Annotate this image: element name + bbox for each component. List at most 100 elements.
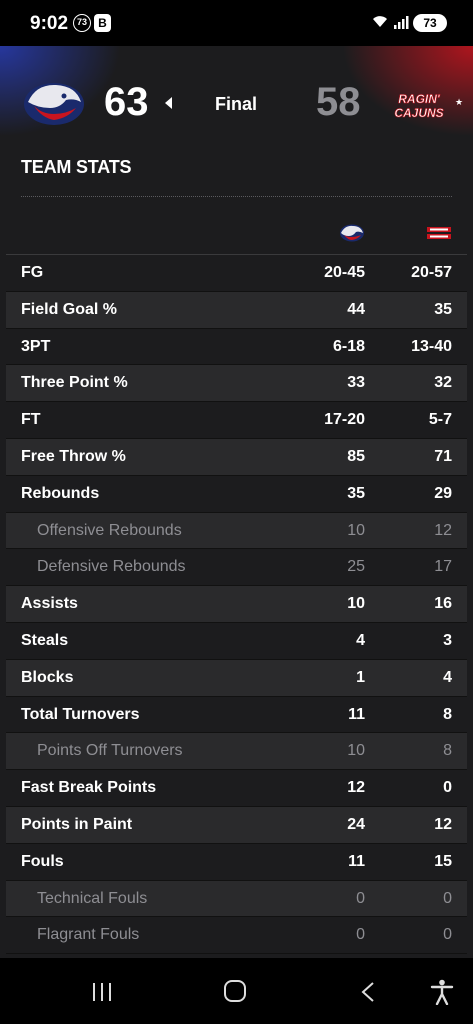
home-column-logo-icon (340, 224, 364, 242)
home-icon[interactable] (224, 980, 246, 1002)
accessibility-icon[interactable] (430, 979, 454, 1005)
away-stat-value: 0 (443, 889, 452, 907)
stat-row: Technical Fouls 0 0 (6, 880, 467, 918)
stat-label: Flagrant Fouls (37, 926, 140, 944)
stat-label: Defensive Rebounds (37, 558, 186, 576)
notification-badge-icon: 73 (73, 14, 91, 32)
home-stat-value: 35 (347, 484, 365, 502)
away-column-logo-icon (427, 227, 451, 239)
home-stat-value: 10 (347, 521, 365, 539)
navigation-bar (0, 958, 473, 1024)
home-stat-value: 11 (348, 852, 365, 870)
stat-row: Fouls 11 15 (6, 843, 467, 881)
section-title: TEAM STATS (21, 157, 132, 177)
away-stat-value: 0 (443, 779, 452, 797)
stat-label: Fouls (21, 852, 64, 870)
stat-row: Steals 4 3 (6, 622, 467, 660)
stat-label: Fast Break Points (21, 779, 157, 797)
home-stat-value: 25 (347, 558, 365, 576)
stat-label: FG (21, 264, 44, 281)
home-stat-value: 24 (347, 815, 365, 833)
stat-label: Three Point % (21, 374, 128, 392)
home-stat-value: 6-18 (332, 337, 365, 355)
away-stat-value: 32 (434, 374, 452, 392)
stat-label: Blocks (21, 668, 74, 686)
away-stat-value: 13-40 (411, 337, 452, 355)
home-stat-value: 1 (356, 668, 365, 686)
home-score: 63 (104, 80, 149, 124)
stat-label: Total Turnovers (21, 705, 140, 723)
home-stat-value: 4 (356, 631, 365, 649)
stat-row: Free Throw % 85 71 (6, 438, 467, 476)
team-stats-panel: TEAM STATS FG 20-45 20-57 Field Goal % 44 35 3… (0, 152, 473, 958)
away-stat-value: 12 (434, 815, 452, 833)
away-stat-value: 8 (443, 705, 452, 723)
home-stat-value: 20-45 (324, 264, 365, 281)
divider (21, 196, 452, 197)
stats-table: FG 20-45 20-57 Field Goal % 44 35 3PT 6-18 13-40… (6, 255, 467, 955)
away-stat-value: 4 (443, 668, 452, 686)
stat-row: Points in Paint 24 12 (6, 806, 467, 844)
stat-label: Technical Fouls (37, 889, 148, 907)
away-score: 58 (316, 80, 361, 124)
stat-row: FT 17-20 5-7 (6, 402, 467, 439)
stat-row: Points Off Turnovers 10 8 (6, 733, 467, 771)
home-stat-value: 44 (347, 300, 365, 318)
home-stat-value: 12 (347, 779, 365, 797)
stat-row: FG 20-45 20-57 (6, 255, 467, 292)
battery-icon: 73 (413, 14, 447, 32)
game-status: Final (215, 94, 258, 114)
wifi-icon (373, 16, 387, 27)
away-stat-value: 71 (434, 447, 452, 465)
home-stat-value: 33 (347, 374, 365, 392)
stat-label: Offensive Rebounds (37, 521, 182, 539)
stat-label: Free Throw % (21, 447, 126, 465)
stat-row: Assists 10 16 (6, 586, 467, 623)
away-stat-value: 17 (434, 558, 452, 576)
ragin-cajuns-logo-icon[interactable]: RAGIN' CAJUNS (389, 90, 449, 120)
jaguar-logo-icon[interactable] (22, 78, 86, 128)
stat-row: Rebounds 35 29 (6, 475, 467, 513)
away-stat-value: 29 (434, 484, 452, 502)
home-stat-value: 0 (356, 889, 365, 907)
stat-row: Total Turnovers 11 8 (6, 696, 467, 734)
away-stat-value: 3 (443, 631, 452, 649)
stat-row: Field Goal % 44 35 (6, 291, 467, 329)
stat-label: Rebounds (21, 484, 100, 502)
score-header: 63 Final 58 RAGIN' CAJUNS ★ (0, 46, 473, 152)
stat-row: Three Point % 33 32 (6, 365, 467, 403)
recents-icon[interactable] (91, 982, 113, 1002)
home-stat-value: 17-20 (324, 411, 365, 429)
away-stat-value: 0 (443, 926, 452, 944)
rank-star-icon: ★ (455, 97, 464, 107)
away-stat-value: 12 (434, 521, 452, 539)
back-icon[interactable] (360, 981, 376, 1003)
home-stat-value: 0 (356, 926, 365, 944)
stat-row: Flagrant Fouls 0 0 (6, 917, 467, 955)
away-stat-value: 35 (434, 300, 452, 318)
signal-icon (394, 16, 409, 29)
status-bar: 9:02 73 B 73 (0, 0, 473, 46)
stat-label: Points Off Turnovers (37, 742, 183, 760)
stat-label: Field Goal % (21, 300, 118, 318)
away-stat-value: 8 (443, 742, 452, 760)
b-app-icon: B (94, 14, 111, 32)
status-time: 9:02 (30, 13, 69, 34)
home-stat-value: 10 (347, 595, 365, 613)
stat-row: 3PT 6-18 13-40 (6, 328, 467, 366)
home-stat-value: 11 (348, 705, 365, 723)
stat-label: Points in Paint (21, 815, 133, 833)
stat-label: 3PT (21, 337, 51, 355)
home-stat-value: 10 (347, 742, 365, 760)
away-logo-line-1: RAGIN' (398, 92, 441, 106)
stat-label: FT (21, 411, 41, 429)
stat-row: Defensive Rebounds 25 17 (6, 549, 467, 587)
away-logo-line-2: CAJUNS (394, 106, 443, 120)
stat-label: Assists (21, 595, 78, 613)
stat-row: Fast Break Points 12 0 (6, 770, 467, 807)
winner-arrow-icon (165, 97, 172, 109)
stat-row: Offensive Rebounds 10 12 (6, 512, 467, 550)
away-stat-value: 5-7 (428, 411, 452, 429)
away-stat-value: 20-57 (411, 264, 452, 281)
away-stat-value: 16 (434, 595, 452, 613)
